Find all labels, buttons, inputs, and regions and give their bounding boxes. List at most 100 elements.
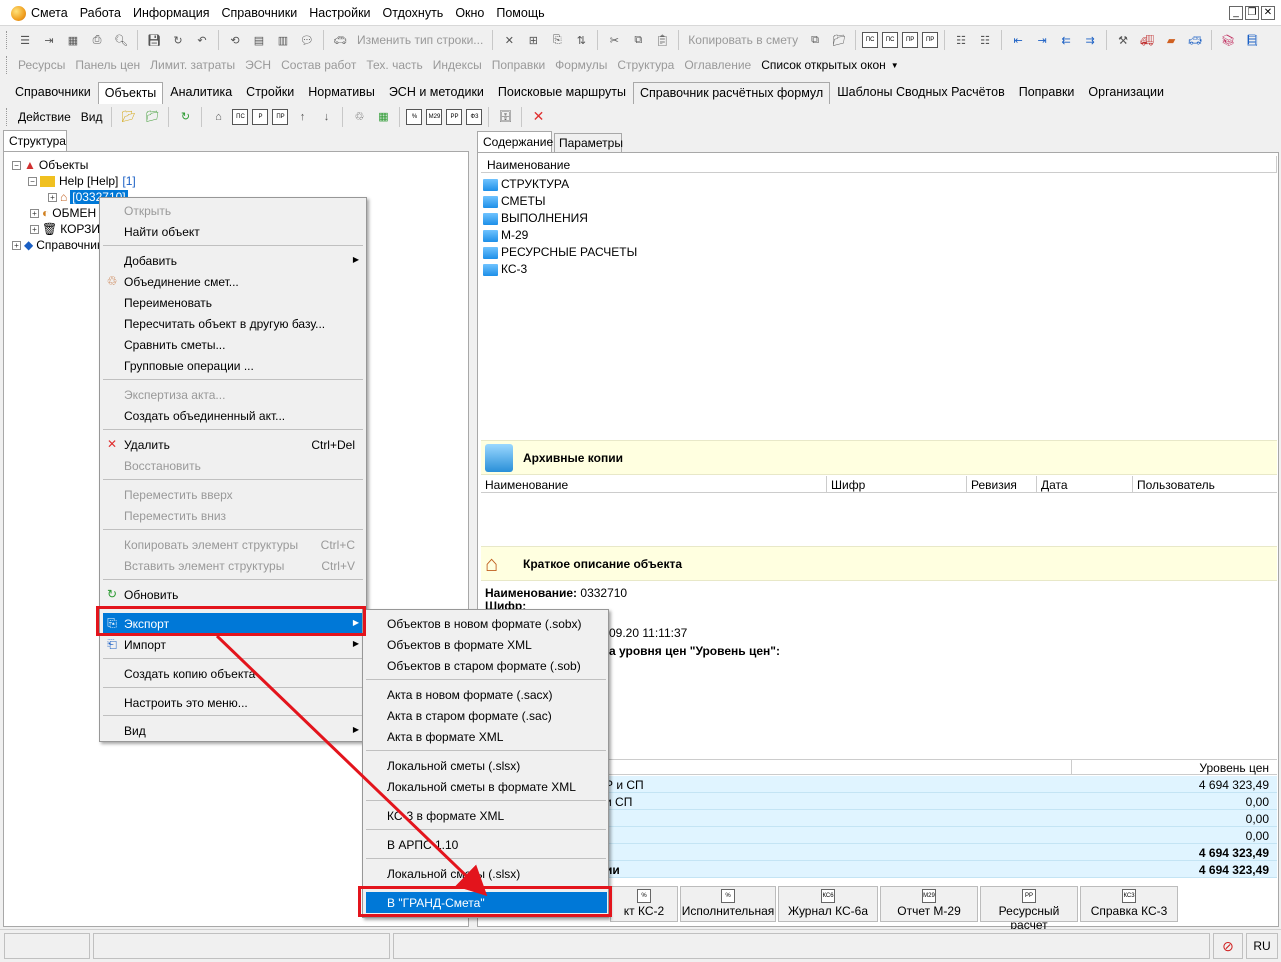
- export-ks3-xml[interactable]: КС-3 в формате XML: [366, 805, 607, 826]
- restore-icon[interactable]: ❐: [1245, 6, 1259, 20]
- folder-up-icon[interactable]: 📂︎: [118, 107, 138, 127]
- copy2-icon[interactable]: ⧉: [805, 30, 825, 50]
- pr2-icon[interactable]: ПР: [922, 32, 939, 48]
- menu-work[interactable]: Работа: [80, 6, 121, 20]
- work-composition-button[interactable]: Состав работ: [276, 58, 361, 72]
- menu-rename[interactable]: Переименовать: [103, 292, 365, 313]
- view-menu[interactable]: Вид: [76, 110, 108, 124]
- m29-icon[interactable]: М29: [426, 108, 443, 125]
- grid-green-icon[interactable]: ▦: [373, 107, 393, 127]
- minimize-icon[interactable]: _: [1229, 6, 1243, 20]
- cut-icon[interactable]: ✂: [604, 30, 624, 50]
- report-ks6a-button[interactable]: КС6 Журнал КС-6а: [778, 886, 878, 922]
- structure-button[interactable]: Структура: [612, 58, 679, 72]
- indent-icon[interactable]: ⇥: [39, 30, 59, 50]
- col-name[interactable]: Наименование: [481, 476, 827, 493]
- export-sacx[interactable]: Акта в новом формате (.sacx): [366, 684, 607, 705]
- col-date[interactable]: Дата: [1037, 476, 1133, 493]
- f3-icon[interactable]: Ф3: [466, 108, 483, 125]
- folder-add-icon[interactable]: 📁︎: [142, 107, 162, 127]
- menu-help[interactable]: Помощь: [496, 6, 544, 20]
- copy-to-estimate-button[interactable]: Копировать в смету: [683, 33, 803, 47]
- menu-expertise[interactable]: Экспертиза акта...: [103, 384, 365, 405]
- folder-row[interactable]: СМЕТЫ: [483, 194, 545, 208]
- export-act-xml[interactable]: Акта в формате XML: [366, 726, 607, 747]
- folder-row[interactable]: М-29: [483, 228, 528, 242]
- tab-norms[interactable]: Нормативы: [301, 81, 382, 104]
- menu-merged-act[interactable]: Создать объединенный акт...: [103, 405, 365, 426]
- x-gray-icon[interactable]: ✕: [499, 30, 519, 50]
- menu-add[interactable]: Добавить ▶: [103, 250, 365, 271]
- tab-objects[interactable]: Объекты: [97, 82, 164, 104]
- expand-icon[interactable]: +: [30, 224, 39, 234]
- folder-row[interactable]: КС-3: [483, 262, 527, 276]
- table-icon[interactable]: ▦: [63, 30, 83, 50]
- tab-structure[interactable]: Структура: [3, 130, 67, 151]
- resources-button[interactable]: Ресурсы: [13, 58, 70, 72]
- pc2-icon[interactable]: ПС: [882, 32, 899, 48]
- collapse-icon[interactable]: −: [12, 160, 21, 170]
- indent-right-icon[interactable]: ⇥: [1032, 30, 1052, 50]
- outdent-icon[interactable]: ⇇: [1056, 30, 1076, 50]
- export-arps[interactable]: В АРПС 1.10: [366, 834, 607, 855]
- tab-formulas-ref[interactable]: Справочник расчётных формул: [632, 82, 831, 104]
- tab-search-routes[interactable]: Поисковые маршруты: [491, 81, 633, 104]
- menu-rest[interactable]: Отдохнуть: [383, 6, 444, 20]
- move-icon[interactable]: ⇅: [571, 30, 591, 50]
- export-icon[interactable]: ⎘: [547, 30, 567, 50]
- menu-view[interactable]: Вид ▶: [103, 720, 365, 741]
- export-sac[interactable]: Акта в старом формате (.sac): [366, 705, 607, 726]
- tree-node-obmen[interactable]: + ◐ ОБМЕН: [30, 205, 96, 221]
- export-sob[interactable]: Объектов в старом формате (.sob): [366, 655, 607, 676]
- menu-settings[interactable]: Настройки: [309, 6, 370, 20]
- expand-icon[interactable]: +: [48, 192, 57, 202]
- menu-refs[interactable]: Справочники: [222, 6, 298, 20]
- paste-icon[interactable]: 📋︎: [652, 30, 672, 50]
- tech-part-button[interactable]: Тех. часть: [361, 58, 427, 72]
- menu-create-copy[interactable]: Создать копию объекта: [103, 663, 365, 684]
- menu-refresh[interactable]: ↻ Обновить: [103, 584, 365, 605]
- menu-move-down[interactable]: Переместить вниз: [103, 505, 365, 526]
- folder-row[interactable]: ВЫПОЛНЕНИЯ: [483, 211, 588, 225]
- menu-recalc[interactable]: Пересчитать объект в другую базу...: [103, 313, 365, 334]
- formulas-button[interactable]: Формулы: [550, 58, 612, 72]
- report-ks3-button[interactable]: КС3 Справка КС-3: [1080, 886, 1178, 922]
- report-m29-button[interactable]: М29 Отчет М-29: [880, 886, 978, 922]
- language-indicator[interactable]: RU: [1246, 933, 1278, 959]
- no-sync-icon[interactable]: ⊘: [1213, 933, 1243, 959]
- grid-icon[interactable]: ▤: [249, 30, 269, 50]
- folder-row[interactable]: СТРУКТУРА: [483, 177, 569, 191]
- menu-smeta[interactable]: Смета: [31, 6, 68, 20]
- tab-contents[interactable]: Содержание: [477, 131, 553, 152]
- hammer-icon[interactable]: ⚒: [1113, 30, 1133, 50]
- export-sobx[interactable]: Объектов в новом формате (.sobx): [366, 613, 607, 634]
- menu-group-ops[interactable]: Групповые операции ...: [103, 355, 365, 376]
- recalc-icon[interactable]: ⟲: [225, 30, 245, 50]
- collapse-icon[interactable]: −: [28, 176, 37, 186]
- menu-restore[interactable]: Восстановить: [103, 455, 365, 476]
- report-ks2-button[interactable]: % кт КС-2: [610, 886, 678, 922]
- refresh-icon[interactable]: ↻: [168, 30, 188, 50]
- report-resource-button[interactable]: РР Ресурсный расчет: [980, 886, 1078, 932]
- tree-icon[interactable]: ☰: [15, 30, 35, 50]
- menu-info[interactable]: Информация: [133, 6, 210, 20]
- export-local-xml[interactable]: Локальной сметы в формате XML: [366, 776, 607, 797]
- books-icon[interactable]: 📚︎: [1218, 30, 1238, 50]
- indexes-button[interactable]: Индексы: [428, 58, 487, 72]
- menu-configure[interactable]: Настроить это меню...: [103, 692, 365, 713]
- copy-icon[interactable]: ⧉: [628, 30, 648, 50]
- tab-analytics[interactable]: Аналитика: [163, 81, 239, 104]
- export-slsx-2[interactable]: Локальной сметы (.slsx): [366, 863, 607, 884]
- percent-icon[interactable]: %: [406, 108, 423, 125]
- print-icon[interactable]: ⎙: [87, 30, 107, 50]
- action-menu[interactable]: Действие: [13, 110, 76, 124]
- menu-merge[interactable]: ♲ Объединение смет...: [103, 271, 365, 292]
- expand-icon[interactable]: +: [12, 240, 21, 250]
- menu-window[interactable]: Окно: [455, 6, 484, 20]
- menu-delete[interactable]: ✕ Удалить Ctrl+Del: [103, 434, 365, 455]
- tree-node-root[interactable]: − ▲ Объекты: [12, 157, 88, 173]
- tab-refs[interactable]: Справочники: [8, 81, 98, 104]
- limit-costs-button[interactable]: Лимит. затраты: [145, 58, 240, 72]
- undo-icon[interactable]: ↶: [192, 30, 212, 50]
- r-icon[interactable]: Р: [252, 108, 269, 125]
